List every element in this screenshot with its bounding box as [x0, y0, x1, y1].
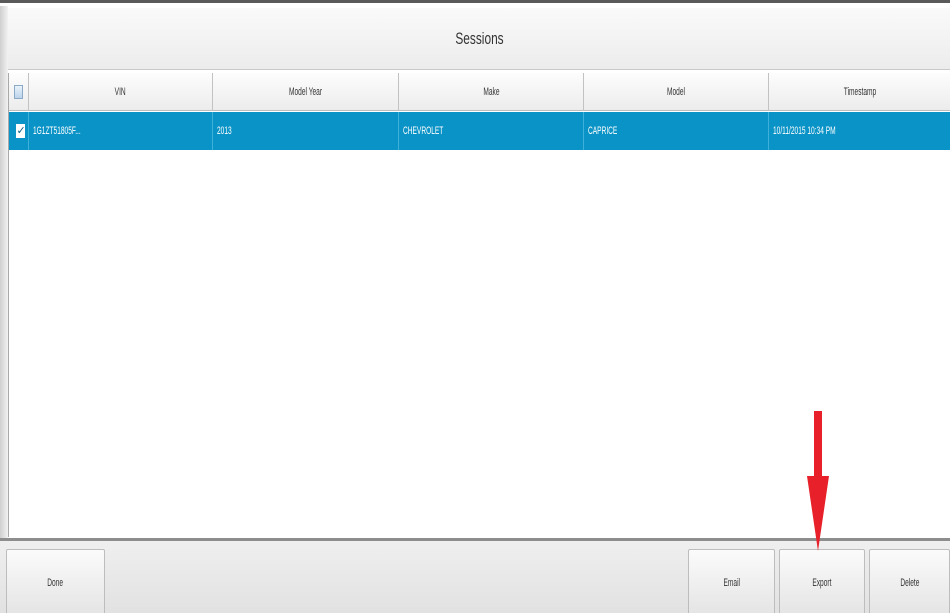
select-all-cell[interactable] — [9, 73, 29, 111]
column-header-timestamp[interactable]: Timestamp — [769, 73, 950, 111]
title-bar: Sessions — [8, 8, 950, 70]
action-bar: Done Email Export Delete — [0, 541, 950, 613]
table-row[interactable]: ✓ 1G1ZT51805F... 2013 CHEVROLET CAPRICE … — [9, 112, 950, 150]
column-header-model-year[interactable]: Model Year — [213, 73, 399, 111]
arrow-head — [807, 476, 829, 551]
export-button[interactable]: Export — [779, 549, 865, 613]
cell-make: CHEVROLET — [399, 112, 584, 150]
cell-timestamp: 10/11/2015 10:34 PM — [773, 125, 836, 137]
column-header-model[interactable]: Model — [584, 73, 769, 111]
done-button[interactable]: Done — [6, 549, 105, 613]
row-checkbox[interactable]: ✓ — [15, 124, 26, 138]
red-arrow-down-icon — [807, 411, 829, 551]
grid-header: VIN Model Year Make Model Timestamp — [9, 73, 950, 111]
column-header-vin[interactable]: VIN — [29, 73, 213, 111]
select-all-checkbox[interactable] — [14, 85, 23, 99]
email-button[interactable]: Email — [688, 549, 775, 613]
delete-button[interactable]: Delete — [869, 549, 950, 613]
cell-model-year: 2013 — [213, 112, 399, 150]
cell-vin: 1G1ZT51805F... — [29, 112, 213, 150]
column-header-make[interactable]: Make — [399, 73, 584, 111]
window-left-border — [0, 6, 8, 538]
arrow-shaft — [814, 411, 822, 481]
cell-model: CAPRICE — [584, 112, 769, 150]
sessions-window: Sessions VIN Model Year Make Model Times… — [0, 0, 950, 613]
window-title: Sessions — [454, 28, 504, 48]
row-select-cell[interactable]: ✓ — [9, 112, 29, 150]
